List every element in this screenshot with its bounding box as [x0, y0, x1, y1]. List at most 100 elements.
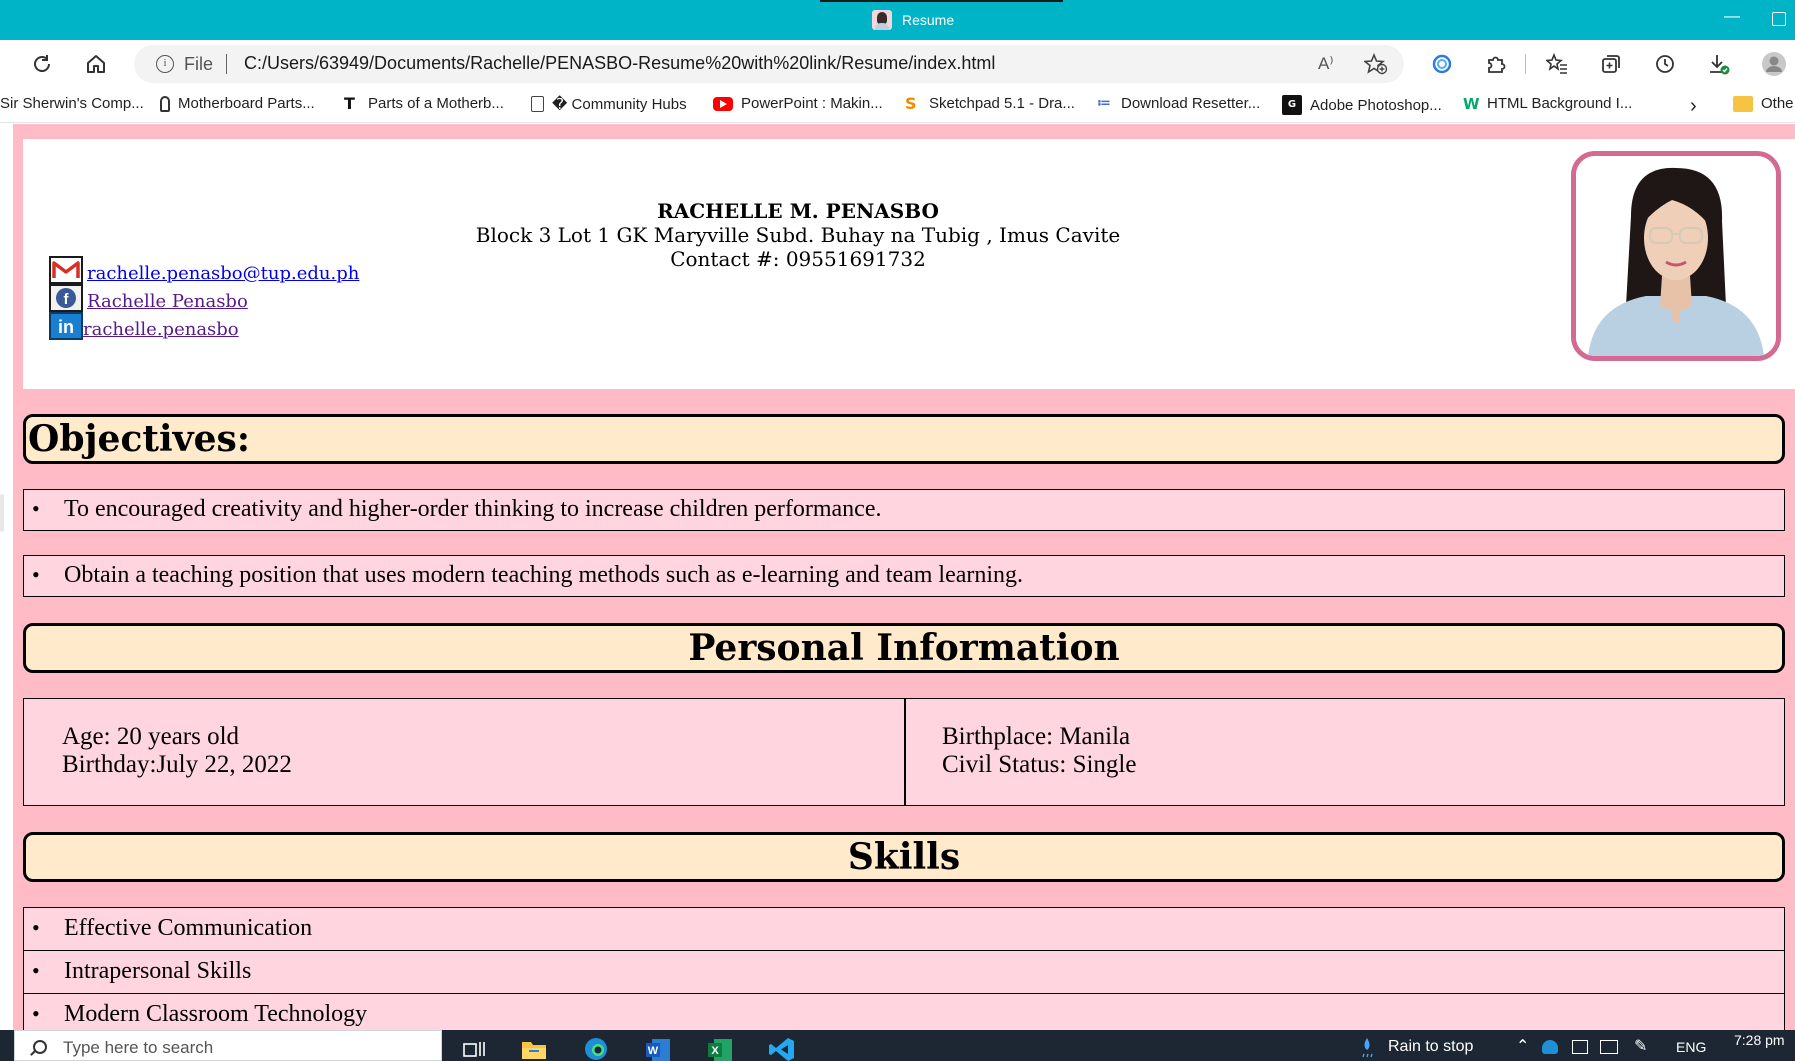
browser-title-bar: Resume — — [0, 0, 1795, 40]
bookmark-label: Othe — [1761, 95, 1794, 112]
refresh-icon — [34, 55, 50, 72]
skill-text: Modern Classroom Technology — [64, 1001, 368, 1027]
bookmark-label: Adobe Photoshop... — [1310, 96, 1442, 114]
personal-info-left: Age: 20 years old Birthday:July 22, 2022 — [62, 723, 292, 779]
home-icon — [87, 55, 105, 73]
vscode-icon — [769, 1038, 794, 1061]
downloads-button[interactable] — [1703, 48, 1735, 80]
bookmark-item[interactable]: Motherboard Parts... — [160, 95, 315, 112]
add-favorite-icon[interactable] — [1364, 53, 1388, 75]
address-bar[interactable]: i File C:/Users/63949/Documents/Rachelle… — [134, 45, 1404, 83]
bullet: • — [32, 562, 40, 587]
skill-text: Intrapersonal Skills — [64, 958, 252, 984]
history-button[interactable] — [1649, 48, 1681, 80]
personal-info-table: Age: 20 years old Birthday:July 22, 2022… — [23, 698, 1785, 806]
task-view-button[interactable] — [460, 1034, 488, 1061]
pen-icon[interactable]: ✎ — [1634, 1036, 1647, 1056]
minimize-icon[interactable]: — — [1720, 8, 1744, 32]
facebook-row: f Rachelle Penasbo — [49, 282, 248, 312]
battery-icon[interactable] — [1600, 1040, 1618, 1054]
resetter-icon: ≔ — [1097, 95, 1111, 111]
url-text[interactable]: C:/Users/63949/Documents/Rachelle/PENASB… — [244, 53, 995, 74]
bookmark-item[interactable]: ≔ Download Resetter... — [1097, 95, 1260, 112]
language-indicator[interactable]: ENG — [1676, 1039, 1706, 1055]
bookmark-item[interactable]: W HTML Background I... — [1463, 95, 1632, 112]
edge-icon — [585, 1038, 607, 1060]
clock[interactable]: 7:28 pm — [1734, 1032, 1785, 1048]
email-link[interactable]: rachelle.penasbo@tup.edu.ph — [87, 263, 359, 284]
download-icon — [1710, 55, 1730, 75]
bookmark-item[interactable]: PowerPoint : Makin... — [713, 95, 883, 112]
excel-button[interactable]: X — [706, 1034, 734, 1061]
profile-button[interactable] — [1758, 48, 1790, 80]
bullet: • — [32, 915, 40, 940]
profile-photo-image — [1576, 156, 1776, 356]
sidebar-handle[interactable] — [0, 494, 4, 532]
windows-taskbar: Type here to search W X Rain to stop ⌃ ✎… — [0, 1030, 1795, 1061]
history-icon — [1656, 55, 1674, 73]
word-button[interactable]: W — [644, 1034, 672, 1061]
read-aloud-icon[interactable]: A⁾ — [1318, 54, 1334, 74]
maximize-icon[interactable] — [1772, 12, 1786, 26]
profile-avatar-icon — [1762, 52, 1786, 76]
t-logo-icon: T — [344, 93, 355, 113]
page-icon — [531, 96, 544, 112]
info-icon[interactable]: i — [156, 55, 174, 73]
birthday-value: Birthday:July 22, 2022 — [62, 751, 292, 778]
task-view-icon — [463, 1042, 485, 1057]
onedrive-icon[interactable] — [1542, 1040, 1558, 1054]
linkedin-icon: in — [49, 312, 83, 340]
resume-header: RACHELLE M. PENASBO Block 3 Lot 1 GK Mar… — [23, 139, 1795, 389]
other-favorites-folder[interactable]: Othe — [1733, 95, 1794, 112]
favorites-icon — [1546, 53, 1567, 74]
collections-icon — [1602, 55, 1620, 73]
tab-favicon-icon — [872, 10, 892, 30]
bookmark-item[interactable]: T Parts of a Motherb... — [344, 95, 504, 112]
extensions-button[interactable] — [1480, 48, 1512, 80]
svg-text:W: W — [648, 1045, 659, 1057]
bookmark-item[interactable]: Sir Sherwin's Comp... — [0, 95, 144, 112]
skills-heading: Skills — [23, 832, 1785, 882]
objectives-heading: Objectives: — [23, 414, 1785, 464]
browser-toolbar: i File C:/Users/63949/Documents/Rachelle… — [0, 40, 1795, 88]
toolbar-divider — [1525, 54, 1526, 74]
network-icon[interactable] — [1572, 1040, 1588, 1054]
page-viewport[interactable]: RACHELLE M. PENASBO Block 3 Lot 1 GK Mar… — [0, 124, 1795, 1030]
bookmark-label: Parts of a Motherb... — [368, 95, 504, 112]
facebook-icon: f — [49, 284, 83, 312]
linkedin-row: in rachelle.penasbo — [49, 310, 239, 340]
bookmark-label: Sir Sherwin's Comp... — [0, 95, 144, 112]
puzzle-icon — [1488, 56, 1506, 73]
bookmarks-bar: Sir Sherwin's Comp... Motherboard Parts.… — [0, 88, 1795, 123]
refresh-button[interactable] — [26, 48, 58, 80]
edge-button[interactable] — [582, 1034, 610, 1061]
svg-text:X: X — [711, 1045, 719, 1057]
facebook-link[interactable]: Rachelle Penasbo — [87, 291, 248, 312]
vscode-button[interactable] — [768, 1034, 796, 1061]
home-button[interactable] — [80, 48, 112, 80]
weather-status[interactable]: Rain to stop — [1388, 1038, 1473, 1056]
sketchpad-icon: S — [905, 93, 917, 113]
birthplace-value: Birthplace: Manila — [942, 723, 1131, 750]
copilot-button[interactable] — [1426, 48, 1458, 80]
gf-icon: G — [1282, 95, 1302, 115]
linkedin-link[interactable]: rachelle.penasbo — [83, 319, 239, 340]
folder-icon — [522, 1042, 546, 1059]
more-bookmarks-button[interactable]: › — [1690, 95, 1697, 118]
chevron-up-icon[interactable]: ⌃ — [1516, 1036, 1529, 1056]
favorites-button[interactable] — [1541, 48, 1573, 80]
bookmark-item[interactable]: G Adobe Photoshop... — [1282, 95, 1442, 115]
list-item: • Intrapersonal Skills — [23, 950, 1785, 994]
youtube-icon — [713, 96, 733, 111]
bookmark-label: � Community Hubs — [552, 96, 687, 113]
taskbar-search-box[interactable]: Type here to search — [14, 1030, 442, 1061]
civil-status-value: Civil Status: Single — [942, 751, 1137, 778]
file-explorer-button[interactable] — [520, 1034, 548, 1061]
collections-button[interactable] — [1595, 48, 1627, 80]
bookmark-item[interactable]: S Sketchpad 5.1 - Dra... — [905, 95, 1075, 112]
tab-resume[interactable]: Resume — [820, 0, 1063, 40]
bookmark-item[interactable]: � Community Hubs — [531, 95, 687, 113]
list-item: • Modern Classroom Technology — [23, 993, 1785, 1030]
personal-info-heading: Personal Information — [23, 623, 1785, 673]
age-value: Age: 20 years old — [62, 723, 240, 750]
